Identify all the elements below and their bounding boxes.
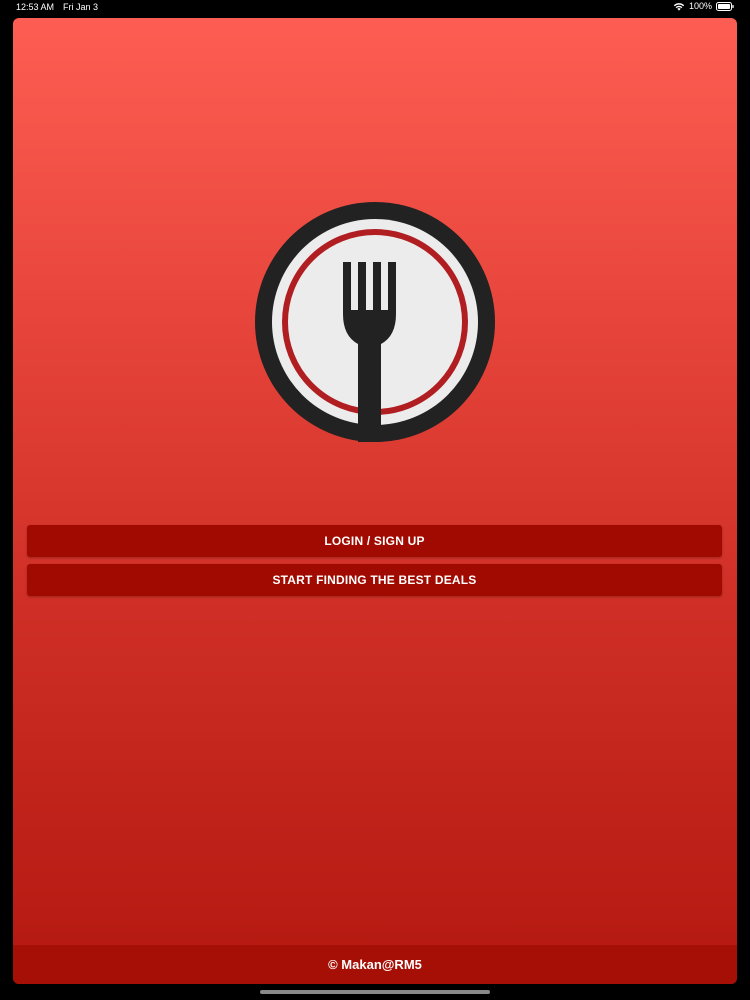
- home-indicator[interactable]: [260, 990, 490, 994]
- footer: © Makan@RM5: [13, 945, 737, 984]
- copyright-text: © Makan@RM5: [328, 957, 422, 972]
- battery-icon: [716, 1, 734, 11]
- status-indicators: 100%: [673, 1, 734, 11]
- app-screen: LOGIN / SIGN UP START FINDING THE BEST D…: [13, 18, 737, 984]
- fork-plate-logo-icon: [255, 202, 495, 442]
- status-time: 12:53 AM: [16, 2, 55, 12]
- status-date: Fri Jan 3: [63, 2, 99, 12]
- battery-percent: 100%: [688, 1, 712, 11]
- status-bar: 12:53 AM Fri Jan 3 100%: [0, 0, 750, 16]
- wifi-icon: [673, 2, 685, 11]
- find-deals-button[interactable]: START FINDING THE BEST DEALS: [27, 564, 722, 596]
- login-signup-button[interactable]: LOGIN / SIGN UP: [27, 525, 722, 557]
